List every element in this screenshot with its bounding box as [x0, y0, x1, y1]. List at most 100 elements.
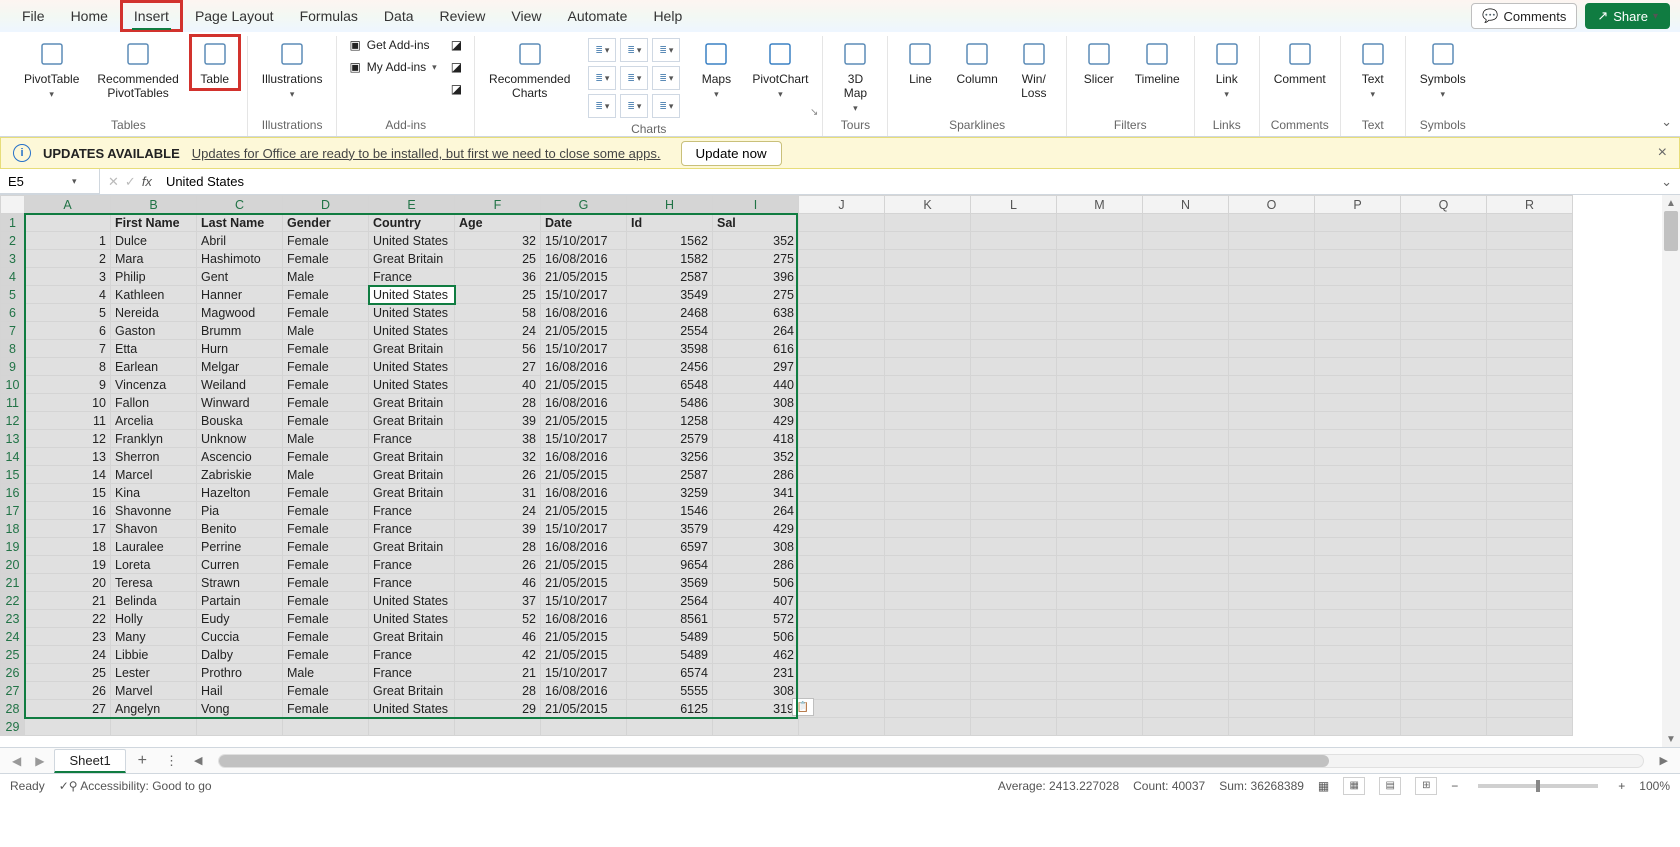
cell-E14[interactable]: Great Britain [369, 448, 455, 466]
cell-F10[interactable]: 40 [455, 376, 541, 394]
cell-N17[interactable] [1143, 502, 1229, 520]
cell-A5[interactable]: 4 [25, 286, 111, 304]
cell-E19[interactable]: Great Britain [369, 538, 455, 556]
line-button[interactable]: Line [896, 36, 944, 89]
cell-E4[interactable]: France [369, 268, 455, 286]
cell-I3[interactable]: 275 [713, 250, 799, 268]
cell-D25[interactable]: Female [283, 646, 369, 664]
cell-I11[interactable]: 308 [713, 394, 799, 412]
row-header-23[interactable]: 23 [1, 610, 25, 628]
cell-O15[interactable] [1229, 466, 1315, 484]
cell-O18[interactable] [1229, 520, 1315, 538]
cell-N21[interactable] [1143, 574, 1229, 592]
cell-G23[interactable]: 16/08/2016 [541, 610, 627, 628]
cell-P12[interactable] [1315, 412, 1401, 430]
cell-G16[interactable]: 16/08/2016 [541, 484, 627, 502]
cell-A18[interactable]: 17 [25, 520, 111, 538]
cell-P2[interactable] [1315, 232, 1401, 250]
cell-K8[interactable] [885, 340, 971, 358]
cell-R15[interactable] [1487, 466, 1573, 484]
addin-shortcut-2[interactable]: ◪ [447, 80, 466, 98]
cell-A2[interactable]: 1 [25, 232, 111, 250]
cell-H22[interactable]: 2564 [627, 592, 713, 610]
cell-D4[interactable]: Male [283, 268, 369, 286]
cell-D5[interactable]: Female [283, 286, 369, 304]
cell-E29[interactable] [369, 718, 455, 736]
cell-L14[interactable] [971, 448, 1057, 466]
cell-M4[interactable] [1057, 268, 1143, 286]
column-header-Q[interactable]: Q [1401, 196, 1487, 214]
cell-M10[interactable] [1057, 376, 1143, 394]
cell-C8[interactable]: Hurn [197, 340, 283, 358]
cell-R11[interactable] [1487, 394, 1573, 412]
cell-D14[interactable]: Female [283, 448, 369, 466]
cell-D18[interactable]: Female [283, 520, 369, 538]
cell-E11[interactable]: Great Britain [369, 394, 455, 412]
cell-Q12[interactable] [1401, 412, 1487, 430]
cell-L15[interactable] [971, 466, 1057, 484]
cell-A15[interactable]: 14 [25, 466, 111, 484]
cell-F28[interactable]: 29 [455, 700, 541, 718]
chart-type-button[interactable]: ≣ ▾ [652, 66, 680, 90]
cell-O28[interactable] [1229, 700, 1315, 718]
cell-E1[interactable]: Country [369, 214, 455, 232]
cell-J13[interactable] [799, 430, 885, 448]
cell-R20[interactable] [1487, 556, 1573, 574]
cell-M1[interactable] [1057, 214, 1143, 232]
chart-type-button[interactable]: ≣ ▾ [588, 66, 616, 90]
cell-P26[interactable] [1315, 664, 1401, 682]
cell-A12[interactable]: 11 [25, 412, 111, 430]
cell-E6[interactable]: United States [369, 304, 455, 322]
row-header-12[interactable]: 12 [1, 412, 25, 430]
comment-button[interactable]: Comment [1268, 36, 1332, 89]
cell-N27[interactable] [1143, 682, 1229, 700]
cell-F24[interactable]: 46 [455, 628, 541, 646]
column-header-N[interactable]: N [1143, 196, 1229, 214]
cell-Q24[interactable] [1401, 628, 1487, 646]
cell-J17[interactable] [799, 502, 885, 520]
tab-data[interactable]: Data [372, 2, 426, 30]
cell-Q4[interactable] [1401, 268, 1487, 286]
column-header-I[interactable]: I [713, 196, 799, 214]
chevron-down-icon[interactable]: ▾ [72, 176, 77, 187]
cell-N1[interactable] [1143, 214, 1229, 232]
page-break-view-button[interactable]: ⊞ [1415, 777, 1437, 795]
cell-A27[interactable]: 26 [25, 682, 111, 700]
cell-E21[interactable]: France [369, 574, 455, 592]
cell-N10[interactable] [1143, 376, 1229, 394]
tab-automate[interactable]: Automate [556, 2, 640, 30]
cell-G25[interactable]: 21/05/2015 [541, 646, 627, 664]
cell-C24[interactable]: Cuccia [197, 628, 283, 646]
win--button[interactable]: Win/Loss [1010, 36, 1058, 103]
update-now-button[interactable]: Update now [681, 141, 782, 166]
cell-E26[interactable]: France [369, 664, 455, 682]
cell-H23[interactable]: 8561 [627, 610, 713, 628]
cell-M15[interactable] [1057, 466, 1143, 484]
cell-A23[interactable]: 22 [25, 610, 111, 628]
cell-M29[interactable] [1057, 718, 1143, 736]
cell-C5[interactable]: Hanner [197, 286, 283, 304]
cell-C29[interactable] [197, 718, 283, 736]
cell-L24[interactable] [971, 628, 1057, 646]
cell-A13[interactable]: 12 [25, 430, 111, 448]
cell-C6[interactable]: Magwood [197, 304, 283, 322]
cell-F12[interactable]: 39 [455, 412, 541, 430]
cell-F18[interactable]: 39 [455, 520, 541, 538]
cell-D15[interactable]: Male [283, 466, 369, 484]
cell-C21[interactable]: Strawn [197, 574, 283, 592]
column-header-H[interactable]: H [627, 196, 713, 214]
scroll-right-button[interactable]: ▶ [1656, 754, 1672, 767]
cell-E7[interactable]: United States [369, 322, 455, 340]
cell-G8[interactable]: 15/10/2017 [541, 340, 627, 358]
cell-C16[interactable]: Hazelton [197, 484, 283, 502]
cell-H25[interactable]: 5489 [627, 646, 713, 664]
cell-Q17[interactable] [1401, 502, 1487, 520]
cell-N24[interactable] [1143, 628, 1229, 646]
cell-O21[interactable] [1229, 574, 1315, 592]
cell-R7[interactable] [1487, 322, 1573, 340]
cell-B12[interactable]: Arcelia [111, 412, 197, 430]
cell-M9[interactable] [1057, 358, 1143, 376]
cancel-formula-button[interactable]: ✕ [108, 174, 119, 190]
cell-R6[interactable] [1487, 304, 1573, 322]
timeline-button[interactable]: Timeline [1129, 36, 1186, 89]
